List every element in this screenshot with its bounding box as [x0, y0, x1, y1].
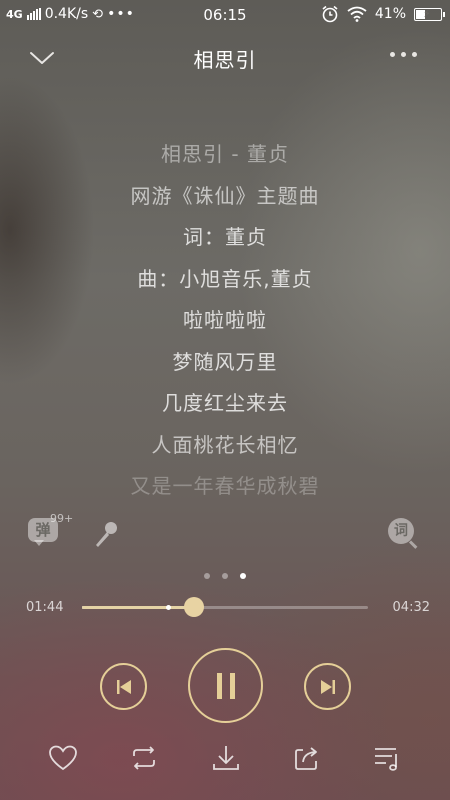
heart-icon[interactable]	[47, 742, 79, 774]
lyric-line: 曲：小旭音乐,董贞	[137, 266, 313, 291]
battery-percent: 41%	[374, 6, 406, 22]
progress-handle[interactable]	[183, 597, 204, 617]
wifi-icon	[347, 6, 367, 22]
more-icon[interactable]	[390, 52, 420, 62]
page-indicator	[0, 573, 450, 579]
previous-icon	[116, 679, 131, 694]
page-dot	[240, 573, 246, 579]
total-time: 04:32	[392, 600, 430, 615]
repeat-icon[interactable]	[128, 742, 160, 774]
next-icon	[320, 679, 335, 694]
lyric-line: 又是一年春华成秋碧	[130, 474, 320, 498]
progress-slider[interactable]	[82, 597, 368, 617]
lyric-line: 啦啦啦啦	[183, 308, 267, 332]
next-button[interactable]	[304, 663, 351, 710]
page-dot	[204, 573, 210, 579]
microphone-icon[interactable]	[90, 518, 122, 550]
battery-icon: ⚡	[414, 7, 445, 21]
lyric-line: 网游《诛仙》主题曲	[130, 183, 320, 208]
danmu-icon[interactable]: 弹 99+	[28, 512, 73, 548]
lyric-line: 词：董贞	[183, 225, 267, 249]
lyric-search-icon[interactable]: 词	[388, 518, 422, 552]
lyric-line: 几度红尘来去	[162, 391, 288, 415]
status-bar: 4G 0.4K/s ⟲ ••• 06:15 41% ⚡	[0, 0, 450, 28]
pause-button[interactable]	[188, 648, 263, 723]
lyric-line: 人面桃花长相忆	[151, 432, 299, 457]
current-time: 01:44	[26, 600, 64, 615]
share-icon[interactable]	[291, 742, 323, 774]
song-title: 相思引	[193, 48, 257, 72]
playlist-icon[interactable]	[372, 742, 404, 774]
alarm-icon	[322, 5, 338, 23]
pause-icon	[216, 672, 235, 699]
danmu-badge: 99+	[50, 512, 74, 525]
lyrics-panel[interactable]: 相思引 - 董贞 网游《诛仙》主题曲 词：董贞 曲：小旭音乐,董贞 啦啦啦啦 梦…	[0, 140, 450, 514]
page-dot	[222, 573, 228, 579]
download-icon[interactable]	[210, 742, 242, 774]
lyric-line: 相思引 - 董贞	[161, 142, 289, 166]
previous-button[interactable]	[100, 663, 147, 710]
lyric-line: 梦随风万里	[172, 349, 278, 374]
